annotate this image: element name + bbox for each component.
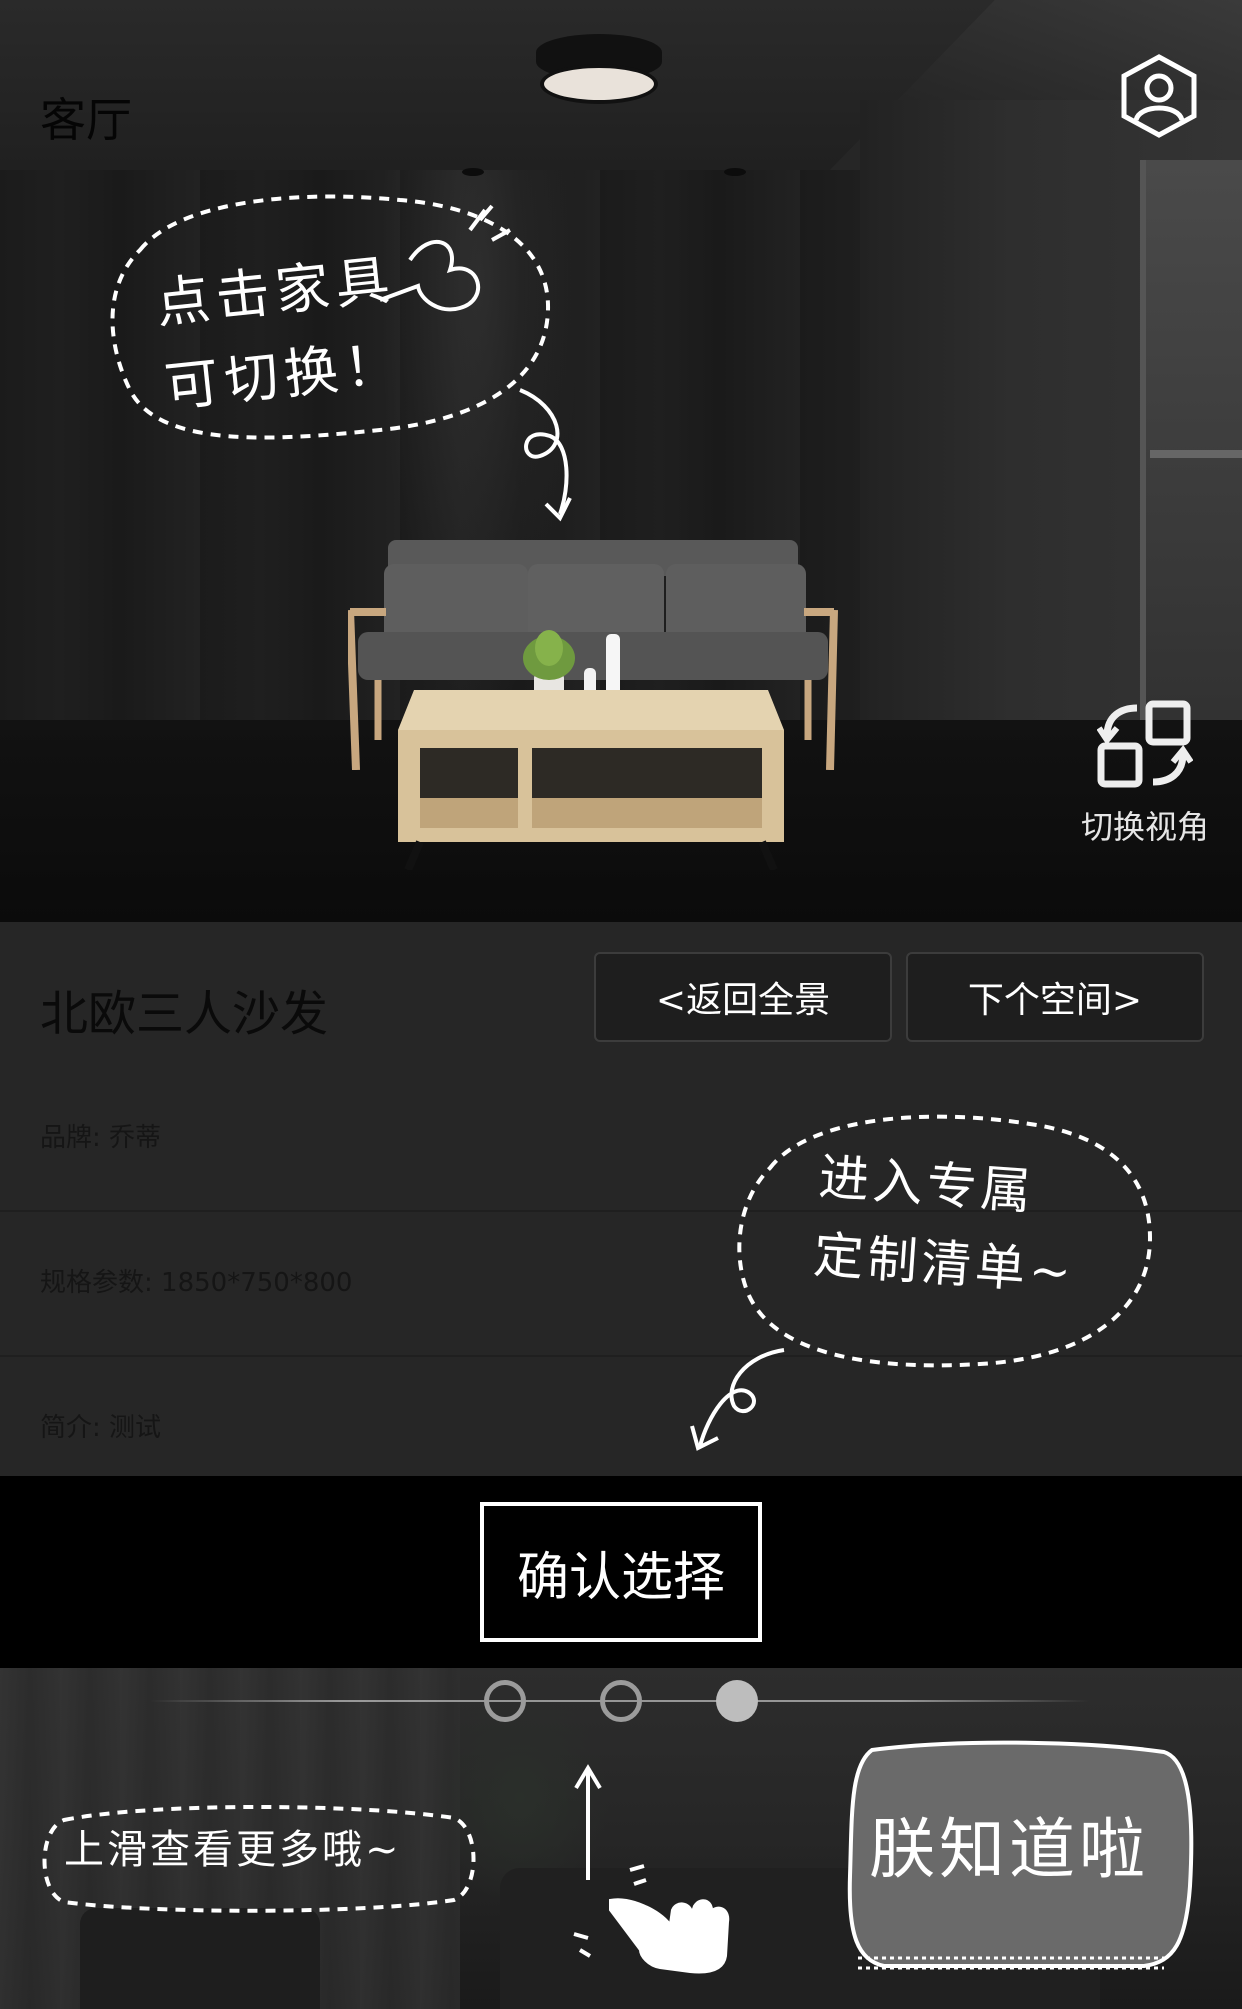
user-profile-hexagon-icon[interactable] xyxy=(1120,54,1198,138)
window-rail xyxy=(1150,450,1242,458)
got-it-button[interactable]: 朕知道啦 xyxy=(844,1736,1194,1980)
pager-dot-3-active[interactable] xyxy=(716,1680,758,1722)
swipe-hint-text: 上滑查看更多哦~ xyxy=(64,1827,402,1873)
detail-intro: 简介: 测试 xyxy=(40,1413,162,1443)
swipe-hint-bubble: 上滑查看更多哦~ xyxy=(34,1800,482,1916)
downlight xyxy=(724,168,746,176)
curly-arrow-icon xyxy=(519,388,572,522)
confirm-bar: 确认选择 xyxy=(0,1476,1242,1668)
next-space-button[interactable]: 下个空间> xyxy=(906,952,1204,1042)
product-name: 北欧三人沙发 xyxy=(40,986,329,1042)
pager-dot-1[interactable] xyxy=(484,1680,526,1722)
back-to-panorama-button[interactable]: <返回全景 xyxy=(594,952,892,1042)
curly-arrow-icon xyxy=(690,1348,785,1451)
rotate-view-icon xyxy=(1097,700,1193,788)
got-it-label: 朕知道啦 xyxy=(869,1811,1149,1888)
confirm-selection-button[interactable]: 确认选择 xyxy=(480,1502,762,1642)
detail-brand: 品牌: 乔蒂 xyxy=(40,1123,162,1153)
switch-view-label: 切换视角 xyxy=(1080,808,1209,846)
furniture-hint-bubble: 点击家具 可切换！ xyxy=(100,190,560,460)
coffee-table-furniture[interactable] xyxy=(398,690,784,870)
switch-view-button[interactable]: 切换视角 xyxy=(1070,700,1220,848)
pager-dot-2[interactable] xyxy=(600,1680,642,1722)
downlight xyxy=(462,168,484,176)
ceiling-lamp xyxy=(536,34,662,106)
checklist-hint-bubble: 进入专属 定制清单~ xyxy=(730,1108,1156,1372)
room-title: 客厅 xyxy=(40,93,132,147)
swipe-up-hand-icon xyxy=(573,1764,730,1974)
room-scene: 点击家具 可切换！ xyxy=(0,0,1242,922)
window xyxy=(1140,160,1242,780)
detail-spec: 规格参数: 1850*750*800 xyxy=(40,1268,353,1298)
